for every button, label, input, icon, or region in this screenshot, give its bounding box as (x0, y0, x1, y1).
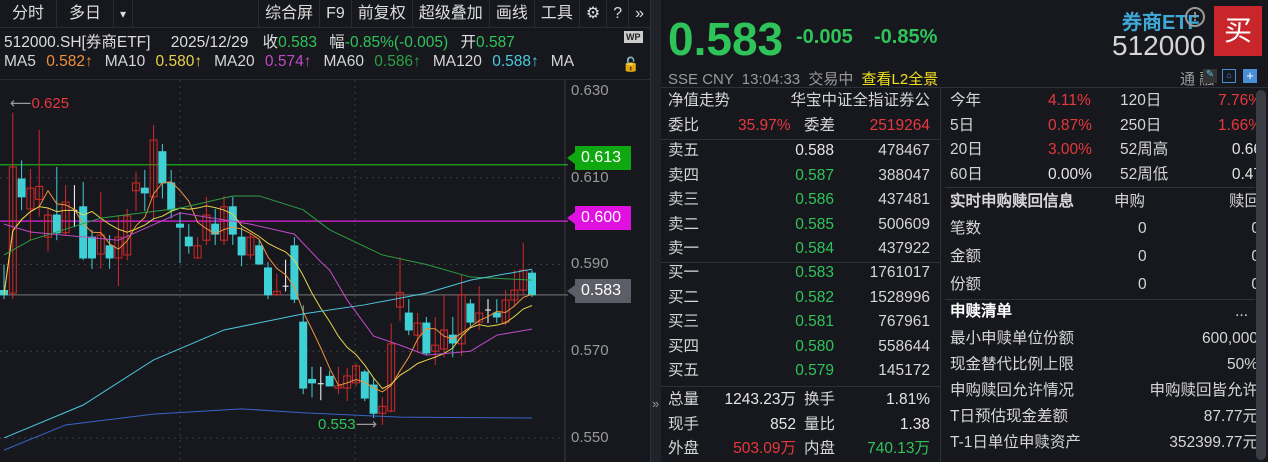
creation-list-header: 申赎清单... (950, 300, 1256, 324)
candle-body (52, 214, 61, 234)
security-code-large: 512000 (1112, 30, 1206, 61)
candle-body (140, 187, 149, 194)
panel-splitter[interactable]: » (650, 0, 661, 462)
buy-button[interactable]: 买 (1214, 6, 1262, 56)
nav-trend-link[interactable]: 净值走势 (668, 92, 730, 109)
subscription-row: 金额 0 0 (950, 248, 1256, 265)
add-icon[interactable]: + (1243, 69, 1257, 83)
candle-body (105, 245, 114, 259)
candle-body (264, 267, 272, 296)
candle-body (360, 371, 369, 399)
ask-level: 卖五 0.588 478467 (668, 142, 930, 159)
candle-body (158, 151, 167, 184)
candle-body (237, 236, 246, 256)
volume-stat-row: 总量 1243.23万 换手 1.81% (668, 391, 930, 408)
bid-level: 买三 0.581 767961 (668, 313, 930, 331)
ask-level: 卖三 0.586 437481 (668, 191, 930, 209)
candle-body (492, 312, 501, 318)
volume-stat-row: 现手 852 量比 1.38 (668, 415, 930, 433)
price-axis-label: 0.610 (571, 168, 609, 186)
bid-level: 买一 0.583 1761017 (668, 264, 930, 281)
volume-stat-row: 外盘 503.09万 内盘 740.13万 (668, 440, 930, 458)
candle-body (167, 182, 176, 211)
candle-body (325, 375, 334, 387)
column-divider (940, 88, 941, 462)
low-annotation: 0.553⟶ (318, 416, 378, 433)
price-axis-label: 0.590 (571, 255, 609, 273)
candle-body (17, 178, 26, 198)
creation-list-row: 申购赎回允许情况 申购赎回皆允许 (950, 382, 1256, 399)
bid-level: 买四 0.580 558644 (668, 337, 930, 355)
candle-body (466, 303, 475, 323)
creation-list-row: T-1日单位申赎资产 352399.77元 (950, 434, 1256, 451)
candle-body (299, 321, 308, 389)
nav-row: 净值走势 华宝中证全指证券公 (668, 89, 934, 113)
candle-body (290, 245, 299, 300)
info-icon[interactable]: ! (1185, 7, 1205, 27)
ask-level: 卖二 0.585 500609 (668, 215, 930, 233)
more-button[interactable]: ... (1235, 300, 1248, 324)
candle-body (308, 378, 316, 384)
price-tag-magenta[interactable]: 0.600 (567, 206, 631, 230)
candle-body (528, 272, 536, 296)
quote-status-line: SSE CNY 13:04:33 交易中 查看L2全景 (668, 71, 939, 88)
price-axis-label: 0.630 (571, 82, 609, 99)
performance-row: 20日3.00%52周高0.66 (950, 141, 1256, 159)
tracking-index: 华宝中证全指证券公 (790, 92, 930, 109)
subscription-row: 份额 0 0 (950, 276, 1256, 293)
ask-level: 卖一 0.584 437922 (668, 240, 930, 258)
current-price-tag: 0.583 (567, 279, 631, 303)
candlestick-chart (0, 79, 650, 462)
price-change: -0.005 (796, 26, 853, 48)
subscription-row: 笔数 0 0 (950, 220, 1256, 237)
candle-body (422, 322, 431, 354)
last-price: 0.583 (668, 13, 784, 65)
creation-list-row: 现金替代比例上限 50% (950, 356, 1256, 373)
price-tag-green[interactable]: 0.613 (567, 146, 631, 170)
performance-row: 60日0.00%52周低0.47 (950, 165, 1256, 183)
creation-list-row: T日预估现金差额 87.77元 (950, 408, 1256, 425)
candle-body (176, 223, 184, 228)
price-axis-label: 0.570 (571, 342, 609, 360)
performance-row: 今年4.11%120日7.76% (950, 92, 1256, 109)
price-change-pct: -0.85% (874, 26, 938, 48)
subscription-header: 实时申购赎回信息 申购 赎回 (950, 193, 1256, 210)
high-annotation: ⟵0.625 (10, 95, 70, 112)
candle-body (184, 236, 193, 247)
bid-level: 买五 0.579 145172 (668, 362, 930, 380)
creation-list-row: 最小申赎单位份额 600,000 (950, 330, 1256, 347)
edit-icon[interactable]: ✎ (1203, 69, 1217, 83)
l2-link[interactable]: 查看L2全景 (862, 71, 939, 88)
order-ratio-row: 委比 35.97% 委差 2519264 (668, 117, 930, 134)
ma-line-ma250 (3, 408, 533, 451)
scrollbar[interactable] (1256, 90, 1266, 460)
ask-level: 卖四 0.587 388047 (668, 166, 930, 184)
candle-body (88, 236, 96, 259)
bid-level: 买二 0.582 1528996 (668, 288, 930, 306)
candle-body (255, 245, 264, 265)
candle-body (404, 312, 413, 331)
performance-row: 5日0.87%250日1.66% (950, 116, 1256, 134)
bell-icon[interactable]: ⌂ (1222, 69, 1236, 83)
collapse-icon[interactable]: » (652, 396, 659, 411)
price-axis-label: 0.550 (571, 428, 609, 446)
